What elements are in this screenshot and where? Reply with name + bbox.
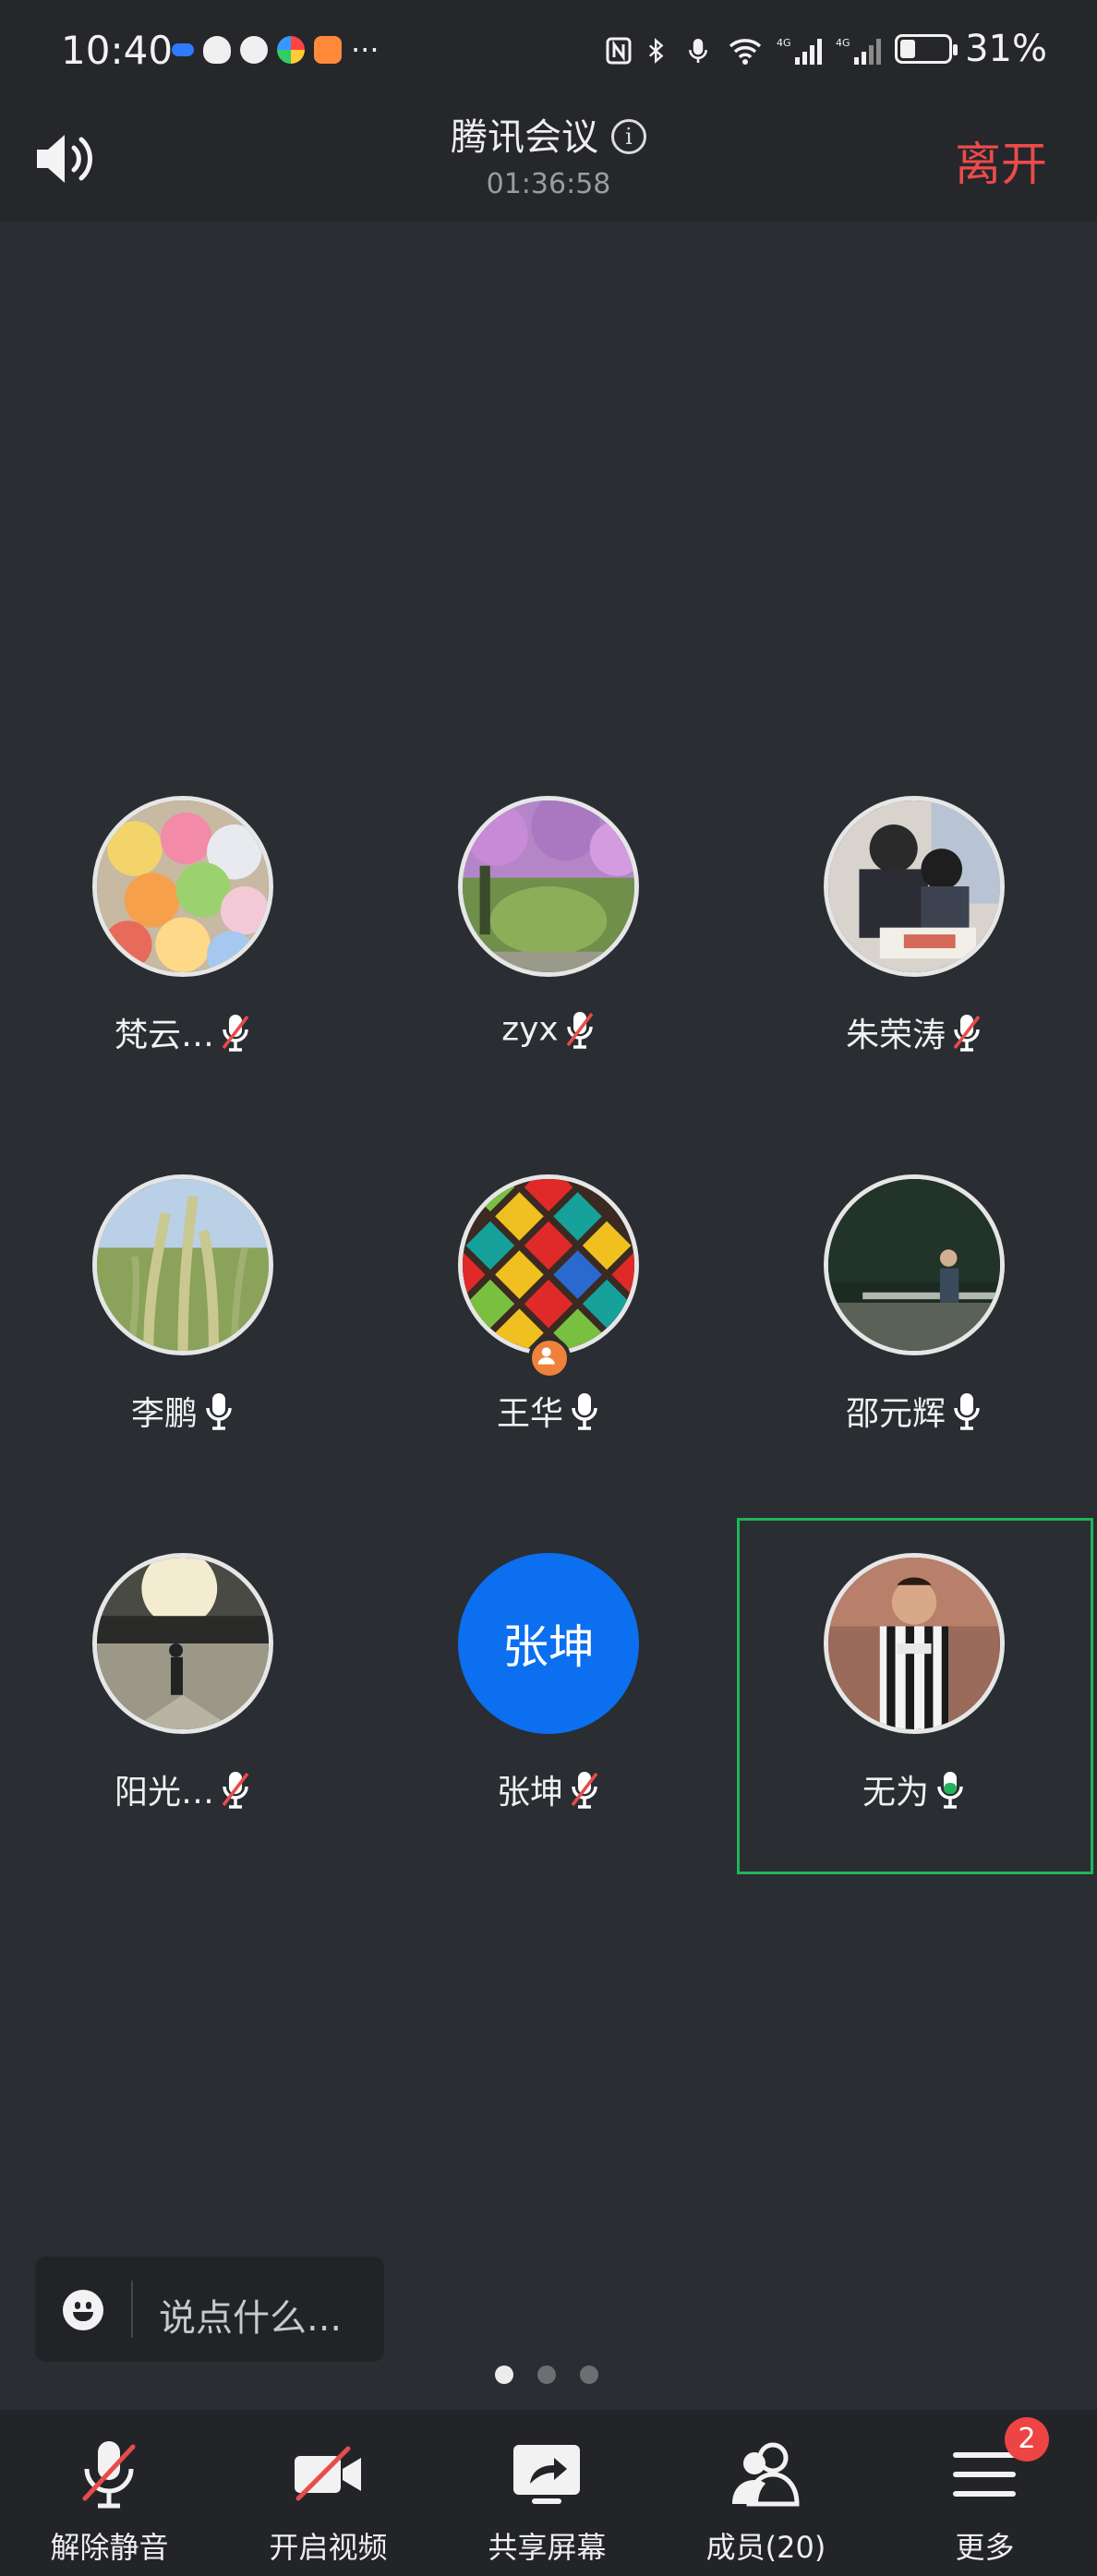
qq-icon [203,36,231,64]
chat-divider [131,2281,133,2338]
signal-4g-icon-2: 4G [836,33,882,65]
participant-name-line: 王华 [366,1387,731,1435]
status-bar: 10:40 ··· 4G 4G 31% [0,0,1097,100]
mic-on-icon [206,1393,232,1430]
participant-tile[interactable]: 张坤 张坤 [366,1535,731,1893]
participant-name-line: 阳光… [0,1765,366,1813]
unmute-button[interactable]: 解除静音 [0,2410,219,2576]
father-son-avatar [824,796,1005,977]
mic-muted-icon [222,1015,249,1052]
bottom-toolbar: 解除静音 开启视频 共享屏幕 成员(20) 2 更多 [0,2410,1097,2576]
participant-name-line: 邵元辉 [731,1387,1097,1435]
chat-placeholder[interactable]: 说点什么... [159,2288,342,2341]
status-time: 10:40 [61,28,174,73]
status-right: 4G 4G 31% [605,28,1047,70]
more-label: 更多 [955,2530,1015,2565]
mic-muted-icon [571,1772,598,1809]
participant-tile[interactable]: 邵元辉 [731,1156,1097,1514]
meeting-duration: 01:36:58 [486,168,611,200]
meeting-title-text: 腾讯会议 [451,116,598,159]
mic-on-icon [954,1393,980,1430]
participant-name-line: 朱荣涛 [731,1008,1097,1056]
notification-icons: ··· [172,31,380,68]
svg-text:4G: 4G [836,37,850,49]
chat-input[interactable]: 说点什么... [35,2257,384,2362]
video-app-icon [314,36,342,64]
meeting-header: 腾讯会议 i 01:36:58 离开 [0,100,1097,222]
flower-bush-avatar [458,796,639,977]
mic-muted-icon [222,1772,249,1809]
leave-button[interactable]: 离开 [955,127,1047,194]
chat-bubble-icon [240,36,268,64]
participant-name-line: 李鹏 [0,1387,366,1435]
participant-name: 阳光… [114,1774,214,1812]
notification-badge: 2 [1005,2417,1049,2462]
active-speaker-frame [737,1518,1093,1874]
app-notification-icon [172,43,194,56]
nfc-icon [605,33,633,65]
colorful-tiles-avatar [458,1174,639,1355]
emoji-icon[interactable] [63,2290,103,2330]
members-button[interactable]: 成员(20) [657,2410,875,2576]
page-dot[interactable] [495,2365,513,2384]
wheat-avatar [92,1174,273,1355]
initials-avatar: 张坤 [458,1553,639,1734]
wifi-icon [727,33,764,65]
share-screen-button[interactable]: 共享屏幕 [438,2410,657,2576]
page-indicator [495,2365,598,2384]
participant-name: 梵云… [114,1017,214,1054]
unmute-label: 解除静音 [50,2530,169,2565]
battery-percent: 31% [965,28,1047,70]
more-notifications-icon: ··· [351,32,380,67]
meeting-title[interactable]: 腾讯会议 i [0,107,1097,161]
page-dot[interactable] [580,2365,598,2384]
page-dot[interactable] [537,2365,556,2384]
participant-name: 张坤 [496,1774,563,1812]
mic-muted-icon [82,2441,136,2509]
host-badge-icon [528,1337,571,1379]
more-button[interactable]: 2 更多 [875,2410,1094,2576]
battery-level [900,40,916,58]
info-icon[interactable]: i [611,119,646,154]
participant-name: 邵元辉 [845,1395,946,1433]
video-off-icon [295,2446,361,2501]
start-video-button[interactable]: 开启视频 [219,2410,438,2576]
participant-name: 朱荣涛 [845,1017,946,1054]
mic-muted-icon [953,1015,981,1052]
participant-name: 王华 [496,1395,563,1433]
participant-tile[interactable]: 梵云… [0,777,366,1136]
candy-avatar [92,796,273,977]
sunset-person-avatar [92,1553,273,1734]
participant-tile[interactable]: 王华 [366,1156,731,1514]
mic-muted-icon [566,1012,594,1049]
photos-app-icon [277,36,305,64]
share-screen-icon [513,2445,580,2504]
start-video-label: 开启视频 [269,2530,388,2565]
participant-tile[interactable]: 李鹏 [0,1156,366,1514]
participant-name: 李鹏 [130,1395,198,1433]
mic-on-icon [572,1393,597,1430]
participant-name-line: 梵云… [0,1008,366,1056]
share-screen-label: 共享屏幕 [488,2530,607,2565]
participant-tile[interactable]: 阳光… [0,1535,366,1893]
microphone-status-icon [686,33,714,65]
members-label: 成员(20) [705,2530,826,2565]
members-icon [732,2442,800,2507]
svg-text:4G: 4G [777,37,791,49]
participant-tile[interactable]: 朱荣涛 [731,777,1097,1136]
participant-name-line: zyx [366,1008,731,1051]
participant-name-line: 张坤 [366,1765,731,1813]
signal-4g-icon: 4G [777,33,823,65]
participant-name: zyx [501,1010,559,1049]
bluetooth-icon [645,33,673,65]
participant-tile[interactable]: zyx [366,777,731,1136]
battery-icon [895,34,958,64]
night-person-avatar [824,1174,1005,1355]
